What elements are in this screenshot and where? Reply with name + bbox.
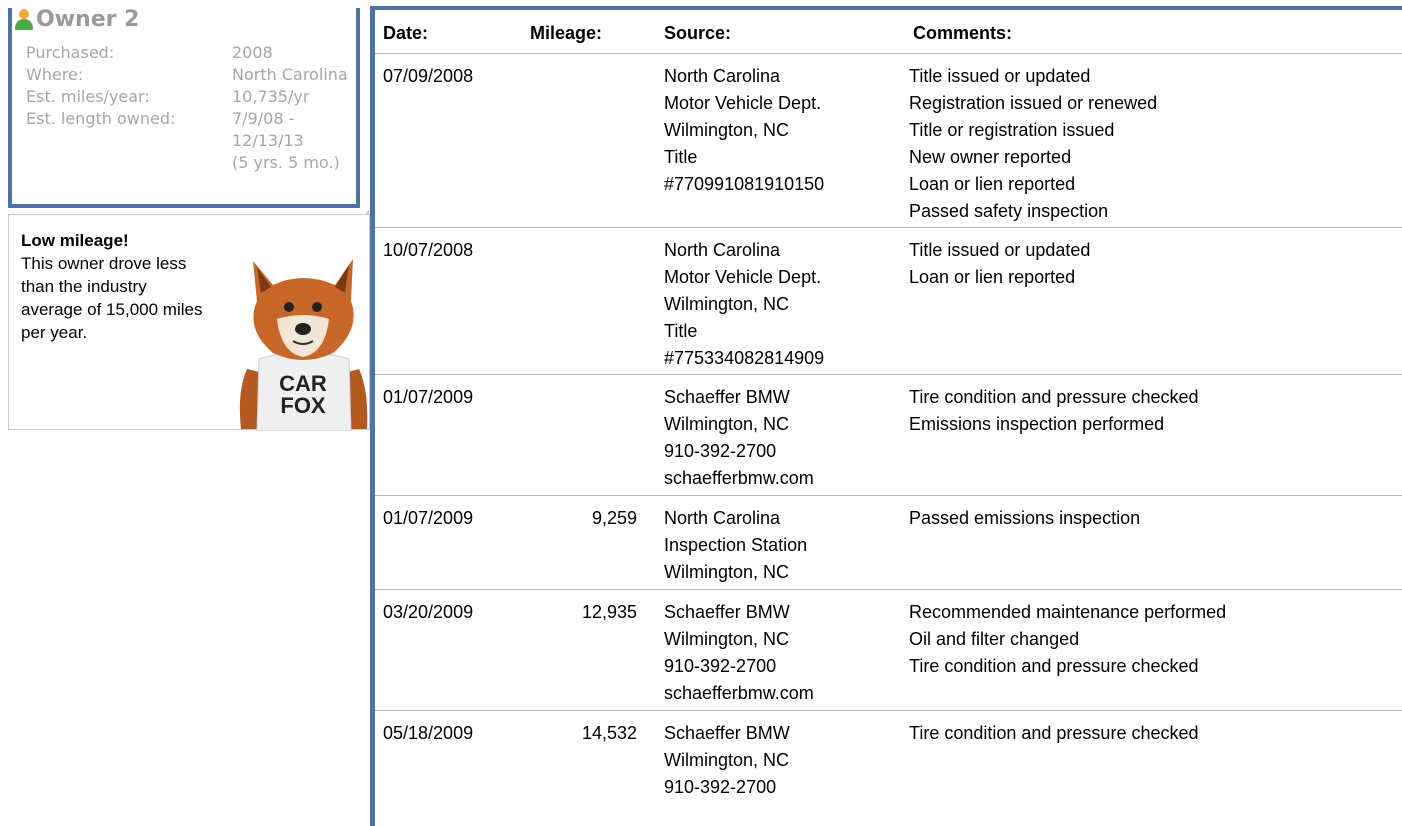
owner-row-label: Purchased: xyxy=(26,43,115,62)
row-source: North Carolina Motor Vehicle Dept. Wilmi… xyxy=(664,66,825,194)
table-row: 07/09/2008 North Carolina Motor Vehicle … xyxy=(375,54,1402,228)
owner-row-label: Est. length owned: xyxy=(26,109,176,128)
owner-row-where: Where: North Carolina xyxy=(26,64,372,86)
row-source: Schaeffer BMW Wilmington, NC 910-392-270… xyxy=(664,723,790,797)
owner-summary-panel: Owner 2 Purchased: 2008 Where: North Car… xyxy=(8,7,360,208)
table-header: Date: Mileage: Source: Comments: xyxy=(375,10,1402,54)
carfox-mascot-illustration: CAR FOX xyxy=(239,259,368,431)
table-row: 01/07/2009 9,259 North Carolina Inspecti… xyxy=(375,496,1402,590)
row-source: North Carolina Inspection Station Wilmin… xyxy=(664,508,808,582)
table-row: 01/07/2009 Schaeffer BMW Wilmington, NC … xyxy=(375,375,1402,496)
owner-row-miles-per-year: Est. miles/year: 10,735/yr xyxy=(26,86,372,108)
table-row: 03/20/2009 12,935 Schaeffer BMW Wilmingt… xyxy=(375,590,1402,711)
table-row: 05/18/2009 14,532 Schaeffer BMW Wilmingt… xyxy=(375,711,1402,821)
owner-row-value: 2008 xyxy=(232,43,273,62)
person-icon xyxy=(14,7,34,31)
callout-body: This owner drove less than the industry … xyxy=(21,254,203,342)
header-mileage: Mileage: xyxy=(530,23,603,43)
header-comments: Comments: xyxy=(913,23,1013,43)
owner-row-value: North Carolina xyxy=(232,65,348,84)
vehicle-history-table: Date: Mileage: Source: Comments: 07/09/2… xyxy=(375,10,1402,821)
owner-row-label: Where: xyxy=(26,65,84,84)
callout-text: Low mileage! This owner drove less than … xyxy=(21,229,211,344)
row-comments: Tire condition and pressure checked Emis… xyxy=(909,387,1199,434)
row-source: Schaeffer BMW Wilmington, NC 910-392-270… xyxy=(664,387,814,488)
owner-row-value: 7/9/08 - 12/13/13 (5 yrs. 5 mo.) xyxy=(232,109,340,172)
row-date: 10/07/2008 xyxy=(383,240,474,260)
row-comments: Tire condition and pressure checked xyxy=(909,723,1199,743)
owner-row-value: 10,735/yr xyxy=(232,87,310,106)
header-date: Date: xyxy=(383,23,429,43)
owner-row-length-owned: Est. length owned: 7/9/08 - 12/13/13 (5 … xyxy=(26,108,372,174)
owner-row-purchased: Purchased: 2008 xyxy=(26,42,372,64)
row-mileage: 14,532 xyxy=(581,723,637,743)
row-date: 01/07/2009 xyxy=(383,508,474,528)
owner-row-label: Est. miles/year: xyxy=(26,87,150,106)
row-date: 05/18/2009 xyxy=(383,723,474,743)
row-source: North Carolina Motor Vehicle Dept. Wilmi… xyxy=(664,240,825,368)
row-date: 07/09/2008 xyxy=(383,66,474,86)
shirt-text-fox: FOX xyxy=(280,393,326,418)
owner-heading: Owner 2 xyxy=(14,4,139,34)
row-mileage: 9,259 xyxy=(591,508,637,528)
row-source: Schaeffer BMW Wilmington, NC 910-392-270… xyxy=(664,602,814,703)
row-comments: Passed emissions inspection xyxy=(909,508,1141,528)
low-mileage-callout: Low mileage! This owner drove less than … xyxy=(8,214,370,431)
row-comments: Title issued or updated Loan or lien rep… xyxy=(909,240,1091,287)
row-date: 01/07/2009 xyxy=(383,387,474,407)
header-source: Source: xyxy=(664,23,732,43)
row-comments: Title issued or updated Registration iss… xyxy=(909,66,1158,221)
table-row: 10/07/2008 North Carolina Motor Vehicle … xyxy=(375,228,1402,375)
row-date: 03/20/2009 xyxy=(383,602,474,622)
row-mileage: 12,935 xyxy=(581,602,637,622)
row-comments: Recommended maintenance performed Oil an… xyxy=(909,602,1227,676)
callout-heading: Low mileage! xyxy=(21,231,129,250)
owner-title-text: Owner 2 xyxy=(36,6,140,32)
